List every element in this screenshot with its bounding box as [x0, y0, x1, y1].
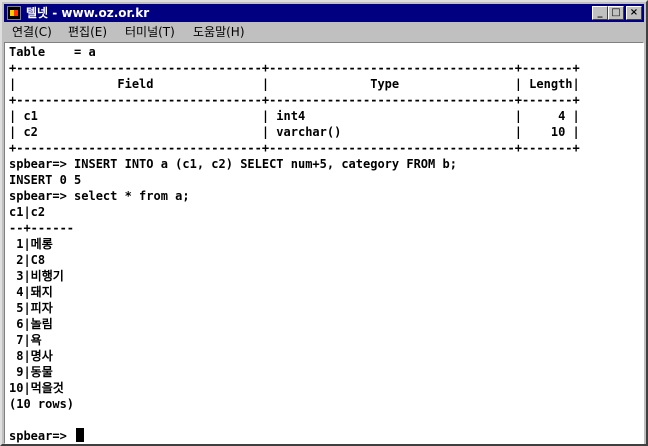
terminal-line: c1|c2: [9, 205, 46, 219]
terminal-prompt-line[interactable]: spbear=>: [9, 428, 85, 443]
terminal-line: +----------------------------------+----…: [9, 93, 580, 107]
menu-help[interactable]: 도움말(H): [193, 23, 245, 41]
terminal-line: (10 rows): [9, 397, 75, 411]
menu-bar: 연결(C) 편집(E) 터미널(T) 도움말(H): [4, 23, 644, 41]
terminal-line: 10|먹을것: [9, 381, 64, 395]
terminal-line: | Field | Type | Length|: [9, 77, 580, 91]
terminal-line: 4|돼지: [9, 285, 53, 299]
close-button[interactable]: ×: [626, 6, 642, 20]
menu-connect[interactable]: 연결(C): [12, 23, 52, 41]
terminal-line: --+------: [9, 221, 75, 235]
terminal-line: Table = a: [9, 45, 96, 59]
minimize-button[interactable]: _: [592, 6, 608, 20]
text-cursor: [76, 428, 85, 442]
terminal-line: +----------------------------------+----…: [9, 141, 580, 155]
terminal-line: 8|명사: [9, 349, 53, 363]
terminal-line: | c2 | varchar() | 10 |: [9, 125, 580, 139]
terminal-line: +----------------------------------+----…: [9, 61, 580, 75]
terminal-line: 1|메롱: [9, 237, 53, 251]
terminal-line: 2|C8: [9, 253, 46, 267]
shell-prompt: spbear=>: [9, 429, 75, 443]
terminal-line: INSERT 0 5: [9, 173, 82, 187]
terminal-line: spbear=> select * from a;: [9, 189, 190, 203]
telnet-app-icon[interactable]: [7, 6, 21, 20]
terminal-screen[interactable]: Table = a +-----------------------------…: [4, 42, 644, 444]
terminal-line: 6|놀림: [9, 317, 53, 331]
terminal-line: | c1 | int4 | 4 |: [9, 109, 580, 123]
menu-terminal[interactable]: 터미널(T): [125, 23, 175, 41]
terminal-line: 7|욕: [9, 333, 42, 347]
maximize-button[interactable]: □: [608, 6, 624, 20]
telnet-window: 텔넷 - www.oz.or.kr _ □ × 연결(C) 편집(E) 터미널(…: [0, 0, 648, 446]
terminal-line: 9|동물: [9, 365, 53, 379]
terminal-line: spbear=> INSERT INTO a (c1, c2) SELECT n…: [9, 157, 457, 171]
title-bar[interactable]: 텔넷 - www.oz.or.kr _ □ ×: [4, 4, 644, 22]
window-title: 텔넷 - www.oz.or.kr: [26, 6, 150, 20]
menu-edit[interactable]: 편집(E): [68, 23, 107, 41]
terminal-line: 3|비행기: [9, 269, 64, 283]
terminal-line: 5|피자: [9, 301, 53, 315]
